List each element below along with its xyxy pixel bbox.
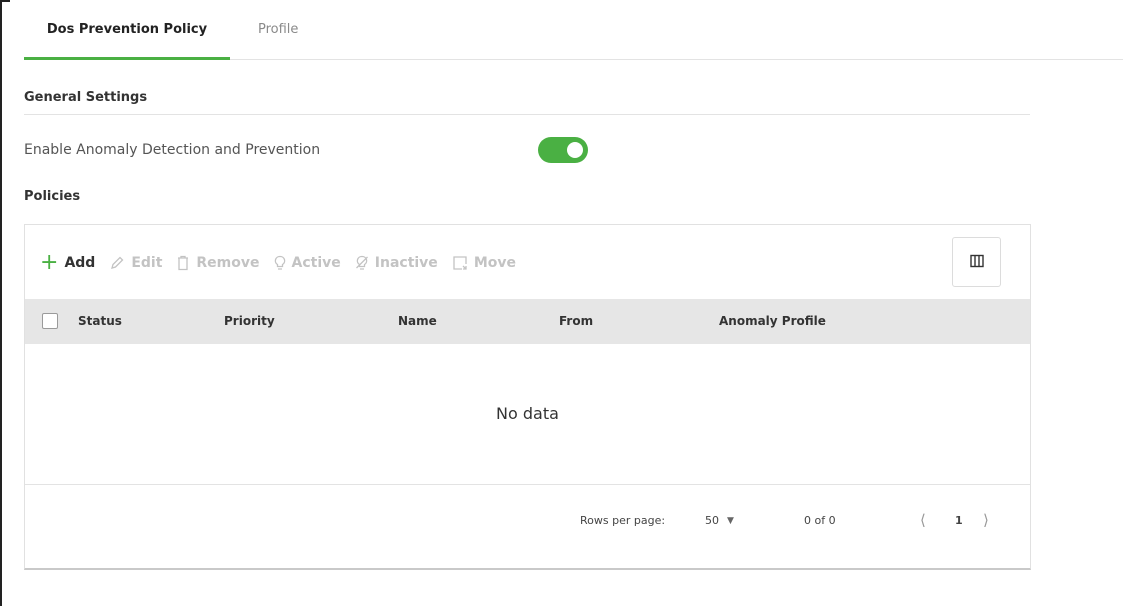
remove-label: Remove <box>196 255 260 271</box>
caret-down-icon: ▼ <box>727 515 734 526</box>
empty-state-text: No data <box>496 404 559 423</box>
select-all-checkbox[interactable] <box>42 313 58 329</box>
column-settings-button[interactable] <box>952 237 1001 287</box>
active-button[interactable]: Active <box>274 255 341 271</box>
add-button[interactable]: + Add <box>40 250 96 275</box>
tab-bar: Dos Prevention Policy Profile <box>24 0 1123 60</box>
policies-toolbar: + Add Edit Remove Active Inactive Move <box>40 250 530 275</box>
toggle-knob <box>567 142 583 158</box>
move-icon <box>452 255 468 271</box>
add-label: Add <box>64 255 96 271</box>
tab-profile[interactable]: Profile <box>258 22 298 60</box>
active-label: Active <box>291 255 341 271</box>
column-header-status[interactable]: Status <box>78 314 122 328</box>
previous-page-icon[interactable]: ⟨ <box>920 511 926 529</box>
policies-heading: Policies <box>24 189 81 204</box>
rows-per-page-label: Rows per page: <box>580 514 666 527</box>
remove-button[interactable]: Remove <box>176 255 260 271</box>
policies-table-card <box>24 224 1031 570</box>
pagination-range: 0 of 0 <box>804 514 836 527</box>
current-page-number[interactable]: 1 <box>955 514 963 527</box>
frame-corner <box>0 0 10 2</box>
enable-anomaly-detection-label: Enable Anomaly Detection and Prevention <box>24 142 321 158</box>
columns-icon <box>969 253 984 272</box>
general-settings-heading: General Settings <box>24 90 148 105</box>
inactive-button[interactable]: Inactive <box>355 255 438 271</box>
rows-per-page-value: 50 <box>705 514 719 527</box>
inactive-label: Inactive <box>374 255 438 271</box>
move-button[interactable]: Move <box>452 255 516 271</box>
move-label: Move <box>473 255 516 271</box>
trash-icon <box>176 255 190 271</box>
column-header-anomaly-profile[interactable]: Anomaly Profile <box>719 314 826 328</box>
edit-button[interactable]: Edit <box>109 255 162 271</box>
lightbulb-off-icon <box>355 255 369 271</box>
column-header-from[interactable]: From <box>559 314 593 328</box>
column-header-name[interactable]: Name <box>398 314 437 328</box>
edit-label: Edit <box>131 255 163 271</box>
section-divider <box>24 114 1030 115</box>
next-page-icon[interactable]: ⟩ <box>983 511 989 529</box>
table-footer-divider <box>25 484 1030 485</box>
plus-icon: + <box>40 250 59 275</box>
pencil-icon <box>109 255 125 271</box>
column-header-priority[interactable]: Priority <box>224 314 275 328</box>
tab-dos-prevention-policy[interactable]: Dos Prevention Policy <box>24 22 230 60</box>
table-header: Status Priority Name From Anomaly Profil… <box>25 299 1030 344</box>
enable-anomaly-detection-toggle[interactable] <box>538 137 588 163</box>
rows-per-page-select[interactable]: 50 ▼ <box>705 514 734 527</box>
lightbulb-icon <box>274 255 286 271</box>
